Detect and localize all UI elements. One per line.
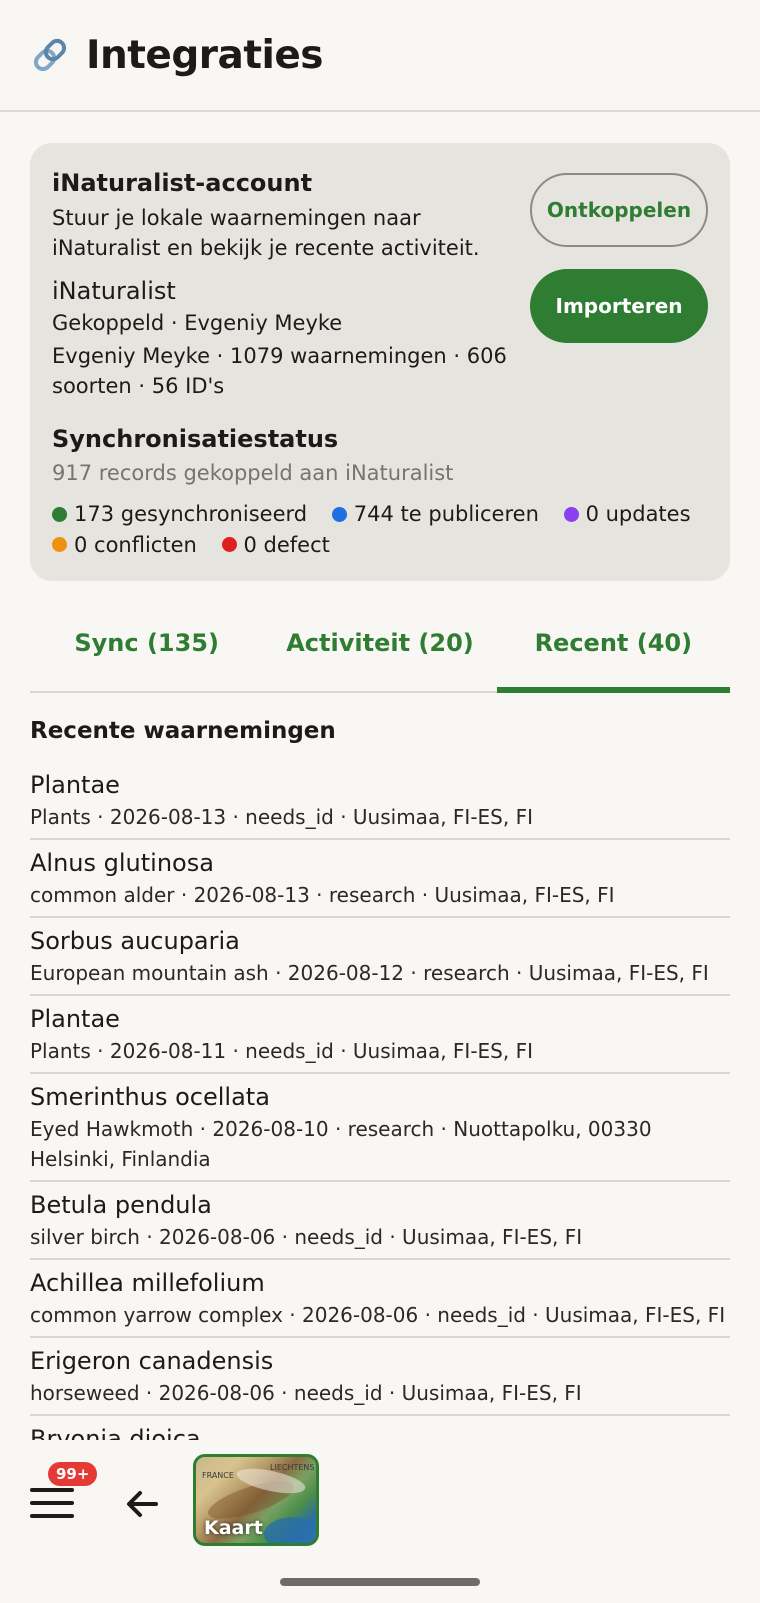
legend-to-publish: 744 te publiceren — [331, 499, 539, 529]
notification-badge: 99+ — [48, 1462, 98, 1486]
card-title: iNaturalist-account — [52, 169, 313, 197]
account-stats: Evgeniy Meyke · 1079 waarnemingen · 606 … — [52, 344, 507, 398]
app-header: Integraties — [0, 0, 760, 112]
recent-section-title: Recente waarnemingen — [30, 718, 336, 744]
list-item[interactable]: Achillea millefolium common yarrow compl… — [30, 1260, 730, 1338]
card-description: Stuur je lokale waarnemingen naar iNatur… — [52, 206, 480, 260]
link-icon — [30, 35, 70, 75]
observation-name: Smerinthus ocellata — [30, 1083, 270, 1111]
observation-name: Achillea millefolium — [30, 1269, 265, 1297]
status-dot — [563, 506, 579, 522]
observation-name: Betula pendula — [30, 1191, 212, 1219]
map-water — [264, 1517, 316, 1543]
status-dot — [52, 537, 67, 552]
sync-status-heading: Synchronisatiestatus — [52, 425, 339, 453]
map-place-label: FRANCE — [202, 1471, 234, 1480]
list-item[interactable]: Sorbus aucuparia European mountain ash ·… — [30, 918, 730, 996]
observation-name: Plantae — [30, 1005, 120, 1033]
observation-meta: common alder · 2026-08-13 · research · U… — [30, 883, 615, 907]
list-item[interactable]: Plantae Plants · 2026-08-11 · needs_id ·… — [30, 996, 730, 1074]
import-button[interactable]: Importeren — [530, 269, 708, 343]
recent-observations-list: Plantae Plants · 2026-08-13 · needs_id ·… — [30, 762, 730, 1440]
list-item[interactable]: Smerinthus ocellata Eyed Hawkmoth · 2026… — [30, 1074, 730, 1182]
legend-synced: 173 gesynchroniseerd — [52, 499, 307, 529]
observation-name: Alnus glutinosa — [30, 849, 214, 877]
sync-summary: 917 records gekoppeld aan iNaturalist — [52, 461, 454, 485]
service-name: iNaturalist — [52, 277, 176, 305]
observation-meta: European mountain ash · 2026-08-12 · res… — [30, 961, 709, 985]
map-button[interactable]: FRANCE LIECHTENS Kaart — [193, 1454, 319, 1546]
status-dot — [52, 506, 67, 522]
list-item[interactable]: Betula pendula silver birch · 2026-08-06… — [30, 1182, 730, 1260]
legend-broken: 0 defect — [221, 530, 330, 560]
map-place-label: LIECHTENS — [270, 1463, 315, 1472]
observation-meta: Plants · 2026-08-13 · needs_id · Uusimaa… — [30, 805, 533, 829]
disconnect-button[interactable]: Ontkoppelen — [530, 173, 708, 247]
observation-name: Plantae — [30, 771, 120, 799]
list-item[interactable]: Bryonia dioica — [30, 1416, 730, 1440]
menu-icon[interactable] — [30, 1488, 74, 1524]
list-item[interactable]: Alnus glutinosa common alder · 2026-08-1… — [30, 840, 730, 918]
tab-recent[interactable]: Recent (40) — [496, 605, 731, 693]
list-item[interactable]: Erigeron canadensis horseweed · 2026-08-… — [30, 1338, 730, 1416]
tab-sync[interactable]: Sync (135) — [30, 605, 263, 691]
observation-name: Sorbus aucuparia — [30, 927, 240, 955]
map-label: Kaart — [204, 1517, 263, 1539]
inaturalist-account-card: iNaturalist-account Stuur je lokale waar… — [30, 143, 730, 581]
observation-meta: silver birch · 2026-08-06 · needs_id · U… — [30, 1225, 583, 1249]
observation-meta: common yarrow complex · 2026-08-06 · nee… — [30, 1303, 726, 1327]
tab-bar: Sync (135) Activiteit (20) Recent (40) — [30, 605, 731, 693]
list-item[interactable]: Plantae Plants · 2026-08-13 · needs_id ·… — [30, 762, 730, 840]
page-title: Integraties — [86, 32, 324, 78]
observation-meta: Eyed Hawkmoth · 2026-08-10 · research · … — [30, 1117, 652, 1171]
status-dot — [331, 506, 347, 522]
observation-meta: horseweed · 2026-08-06 · needs_id · Uusi… — [30, 1381, 582, 1405]
tab-activity[interactable]: Activiteit (20) — [263, 605, 496, 691]
connection-status: Gekoppeld · Evgeniy Meyke — [52, 311, 343, 335]
observation-name: Bryonia dioica — [30, 1425, 201, 1440]
status-dot — [221, 537, 237, 552]
sync-legend: 173 gesynchroniseerd 744 te publiceren 0… — [52, 499, 722, 560]
observation-meta: Plants · 2026-08-11 · needs_id · Uusimaa… — [30, 1039, 533, 1063]
back-arrow-icon[interactable] — [122, 1484, 162, 1524]
home-indicator[interactable] — [280, 1578, 480, 1586]
legend-conflicts: 0 conflicten — [52, 530, 197, 560]
observation-name: Erigeron canadensis — [30, 1347, 274, 1375]
bottom-bar: 99+ FRANCE LIECHTENS Kaart — [0, 1440, 760, 1603]
legend-updates: 0 updates — [563, 499, 691, 529]
